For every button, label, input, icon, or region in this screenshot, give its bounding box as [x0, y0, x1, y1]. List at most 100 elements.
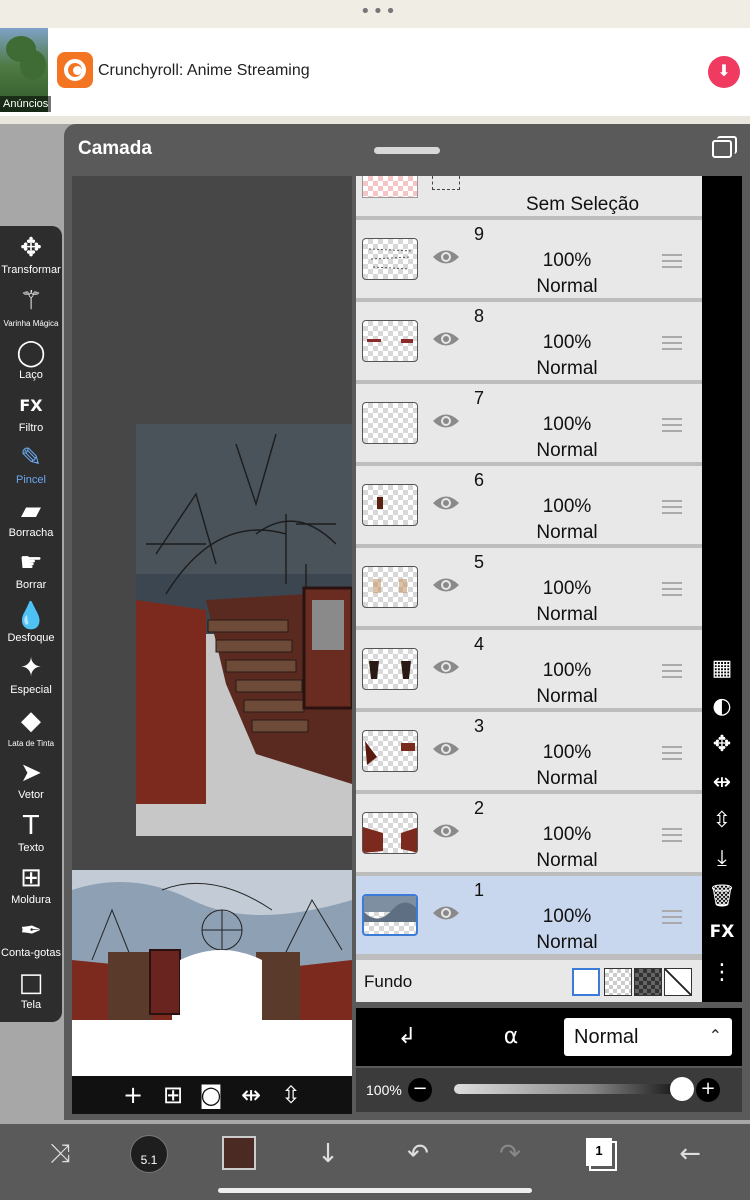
selection-thumbnail — [362, 176, 418, 198]
layer-list: Sem Seleção 9 100% Normal 8 100% Normal 7 100% N… — [356, 176, 702, 1002]
layer-row-9[interactable]: 9 100% Normal — [356, 220, 702, 300]
dialog-drag-handle[interactable] — [374, 147, 440, 154]
circle-half-icon[interactable]: ◐ — [702, 694, 742, 719]
ad-title[interactable]: Crunchyroll: Anime Streaming — [98, 62, 310, 80]
tool-fx[interactable]: FX Filtro — [0, 390, 62, 435]
layer-number: 6 — [474, 470, 485, 490]
tool-frame[interactable]: ⊞ Moldura — [0, 862, 62, 907]
tool-eyedropper[interactable]: ✒ Conta-gotas — [0, 915, 62, 960]
drag-handle-icon[interactable] — [662, 746, 682, 760]
drag-handle-icon[interactable] — [662, 418, 682, 432]
drag-handle-icon[interactable] — [662, 582, 682, 596]
opacity-plus-button[interactable]: + — [696, 1078, 720, 1102]
merge-down-icon[interactable]: ⤓ — [702, 846, 742, 871]
canvas-preview[interactable]: + ⊞ ◙ ⇹ ⇳ — [72, 176, 352, 1114]
layer-row-5[interactable]: 5 100% Normal — [356, 548, 702, 628]
alpha-lock-icon[interactable]: α — [496, 1022, 526, 1052]
drag-handle-icon[interactable] — [662, 910, 682, 924]
tool-label: Borrar — [15, 579, 47, 591]
bg-none-option[interactable] — [664, 968, 692, 996]
tool-eraser[interactable]: ▰ Borracha — [0, 495, 62, 540]
eye-visibility-icon[interactable] — [432, 412, 460, 430]
opacity-slider-knob[interactable] — [670, 1077, 694, 1101]
duplicate-layer-icon[interactable]: ⊞ — [158, 1080, 188, 1110]
clip-arrow-icon[interactable]: ↲ — [392, 1022, 422, 1052]
tool-brush[interactable]: ✎ Pincel — [0, 442, 62, 487]
flip-vertical-icon[interactable]: ⇳ — [276, 1080, 306, 1110]
brush-size-button[interactable]: 5.1 — [130, 1135, 168, 1173]
drag-handle-icon[interactable] — [662, 336, 682, 350]
opacity-minus-button[interactable]: − — [408, 1078, 432, 1102]
layer-row-6[interactable]: 6 100% Normal — [356, 466, 702, 546]
tool-lasso[interactable]: ◯ Laço — [0, 337, 62, 382]
layer-row-7[interactable]: 7 100% Normal — [356, 384, 702, 464]
vector-arrow-icon: ➤ — [20, 758, 42, 788]
background-row: Fundo — [356, 960, 702, 1002]
ad-banner[interactable]: Anúncios Crunchyroll: Anime Streaming ⬇ — [0, 28, 750, 116]
eye-visibility-icon[interactable] — [432, 658, 460, 676]
layer-row-8[interactable]: 8 100% Normal — [356, 302, 702, 382]
eye-visibility-icon[interactable] — [432, 248, 460, 266]
flip-horizontal-icon[interactable]: ⇹ — [702, 770, 742, 795]
eye-visibility-icon[interactable] — [432, 822, 460, 840]
download-arrow-icon[interactable]: ↓ — [310, 1134, 346, 1174]
window-mode-icon[interactable] — [712, 136, 737, 158]
ad-menu-dots[interactable]: ••• — [360, 3, 398, 21]
tool-magic-wand[interactable]: ⚚ Varinha Mágica — [0, 285, 62, 330]
eye-visibility-icon[interactable] — [432, 740, 460, 758]
tool-label: Laço — [19, 369, 43, 381]
background-label: Fundo — [364, 972, 413, 991]
tool-paint-bucket[interactable]: ◆ Lata de Tinta — [0, 705, 62, 750]
checker-icon[interactable]: ▦ — [702, 656, 742, 681]
camera-icon[interactable]: ◙ — [196, 1080, 226, 1110]
blend-mode-select[interactable]: Normal ⌃ — [564, 1018, 732, 1056]
bg-white-option[interactable] — [572, 968, 600, 996]
selection-marquee-icon — [432, 176, 460, 190]
tool-canvas[interactable]: □ Tela — [0, 967, 62, 1012]
color-swatch[interactable] — [222, 1136, 256, 1170]
tool-label: Pincel — [16, 474, 46, 486]
redo-icon[interactable]: ↷ — [490, 1134, 530, 1174]
home-indicator[interactable] — [218, 1188, 532, 1193]
opacity-slider[interactable] — [454, 1084, 682, 1094]
flip-horizontal-icon[interactable]: ⇹ — [236, 1080, 266, 1110]
layer-number: 8 — [474, 306, 485, 326]
bg-transparent-dark-option[interactable] — [634, 968, 662, 996]
back-arrow-icon[interactable]: ← — [670, 1134, 710, 1174]
layer-row-1[interactable]: 1 100% Normal — [356, 876, 702, 956]
more-vert-icon[interactable]: ⋮ — [702, 960, 742, 985]
tool-vector-arrow[interactable]: ➤ Vetor — [0, 757, 62, 802]
move-icon[interactable]: ✥ — [702, 732, 742, 757]
tool-special[interactable]: ✦ Especial — [0, 652, 62, 697]
drag-handle-icon[interactable] — [662, 828, 682, 842]
drag-handle-icon[interactable] — [662, 254, 682, 268]
eye-visibility-icon[interactable] — [432, 904, 460, 922]
layer-opacity: 100% — [542, 742, 592, 763]
opacity-bar: 100% − + — [356, 1068, 742, 1112]
tool-blur-drop[interactable]: 💧 Desfoque — [0, 600, 62, 645]
fx-icon[interactable]: FX — [702, 922, 742, 942]
selection-layer-row[interactable]: Sem Seleção — [356, 176, 702, 218]
undo-icon[interactable]: ↶ — [398, 1134, 438, 1174]
flip-vertical-icon[interactable]: ⇳ — [702, 808, 742, 833]
tool-move-arrows[interactable]: ✥ Transformar — [0, 232, 62, 277]
drag-handle-icon[interactable] — [662, 500, 682, 514]
add-layer-icon[interactable]: + — [118, 1080, 148, 1110]
bg-transparent-light-option[interactable] — [604, 968, 632, 996]
trash-icon[interactable]: 🗑 — [702, 884, 742, 909]
fx-icon: FX — [19, 395, 43, 415]
quick-switch-icon[interactable]: ⤨ — [40, 1134, 80, 1174]
layer-row-2[interactable]: 2 100% Normal — [356, 794, 702, 874]
navigator-thumbnail[interactable] — [72, 870, 352, 1076]
drag-handle-icon[interactable] — [662, 664, 682, 678]
layer-row-3[interactable]: 3 100% Normal — [356, 712, 702, 792]
brush-size-value: 5.1 — [140, 1153, 158, 1167]
eye-visibility-icon[interactable] — [432, 576, 460, 594]
eye-visibility-icon[interactable] — [432, 494, 460, 512]
layers-button[interactable]: 1 — [586, 1138, 612, 1166]
layer-row-4[interactable]: 4 100% Normal — [356, 630, 702, 710]
download-icon[interactable]: ⬇ — [708, 56, 740, 88]
eye-visibility-icon[interactable] — [432, 330, 460, 348]
tool-smudge[interactable]: ☛ Borrar — [0, 547, 62, 592]
tool-text[interactable]: T Texto — [0, 810, 62, 855]
